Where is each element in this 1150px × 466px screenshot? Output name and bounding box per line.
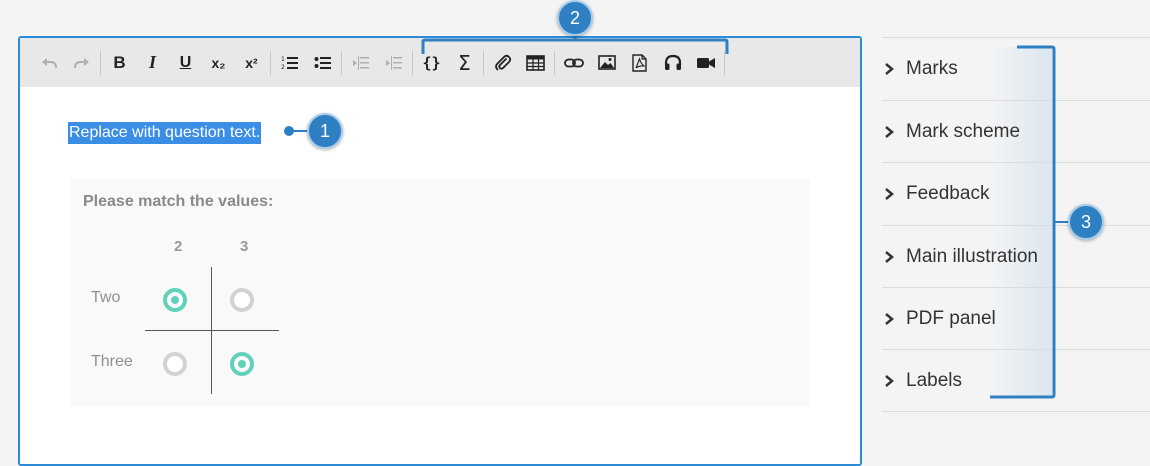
callout-badge-2: 2	[557, 0, 593, 36]
callout-1-dot	[284, 126, 294, 136]
callout-overlay	[284, 34, 1070, 399]
callout-badge-1: 1	[307, 113, 343, 149]
callout-2-bracket	[421, 38, 729, 54]
callout-badge-3: 3	[1068, 204, 1104, 240]
callout-3-bracket	[990, 45, 1056, 399]
